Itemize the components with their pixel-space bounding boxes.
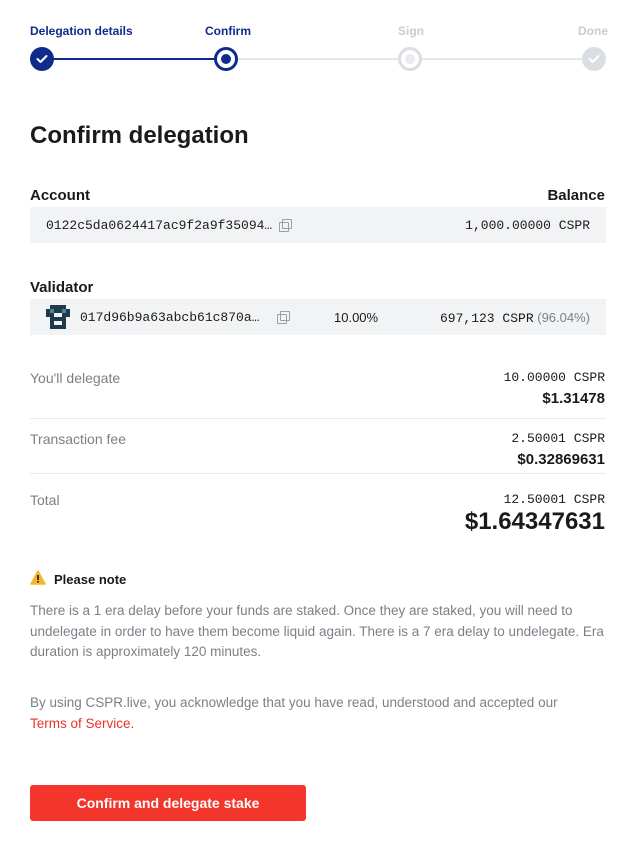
validator-row[interactable]: 017d96b9a63abcb61c870a… 10.00% 697,123 C… (30, 299, 606, 335)
note-title: Please note (54, 572, 127, 587)
step-node-complete (30, 47, 54, 71)
progress-stepper: Delegation details Confirm Sign Done (0, 0, 640, 90)
divider (30, 418, 606, 419)
step-label-sign: Sign (398, 24, 424, 38)
copy-icon[interactable] (277, 311, 290, 324)
check-icon (588, 55, 600, 63)
check-icon (36, 55, 48, 63)
delegate-fiat: $1.31478 (542, 390, 605, 407)
step-label-done: Done (578, 24, 608, 38)
page-title: Confirm delegation (30, 122, 249, 149)
validator-fee: 10.00% (334, 310, 379, 325)
step-node-pending (398, 47, 422, 71)
validator-avatar-icon (46, 305, 70, 329)
step-node-current (214, 47, 238, 71)
delegate-amount: 10.00000 CSPR (503, 370, 605, 385)
validator-label: Validator (30, 279, 94, 296)
validator-stake: 697,123 CSPR (440, 311, 534, 326)
step-node-done (582, 47, 606, 71)
step-connector-complete (42, 58, 226, 60)
note-body: There is a 1 era delay before your funds… (30, 603, 604, 659)
terms-of-service-link[interactable]: Terms of Service. (30, 716, 134, 731)
copy-icon[interactable] (279, 219, 292, 232)
account-label: Account (30, 187, 90, 204)
warning-icon (30, 570, 46, 585)
balance-label: Balance (547, 187, 605, 204)
terms-statement: By using CSPR.live, you acknowledge that… (30, 695, 558, 710)
step-label-confirm: Confirm (205, 24, 251, 38)
validator-public-key[interactable]: 017d96b9a63abcb61c870a… (80, 310, 259, 325)
fee-amount: 2.50001 CSPR (511, 431, 605, 446)
delegate-label: You'll delegate (30, 370, 121, 386)
account-public-key[interactable]: 0122c5da0624417ac9f2a9f35094… (46, 218, 272, 233)
fee-fiat: $0.32869631 (517, 451, 605, 468)
validator-stake-share: (96.04%) (537, 310, 590, 325)
terms-text: By using CSPR.live, you acknowledge that… (30, 693, 610, 734)
divider (30, 473, 606, 474)
total-amount: 12.50001 CSPR (503, 492, 605, 507)
account-row: 0122c5da0624417ac9f2a9f35094… 1,000.0000… (30, 207, 606, 243)
account-balance: 1,000.00000 CSPR (465, 218, 590, 233)
step-label-delegation-details: Delegation details (30, 24, 133, 38)
total-fiat: $1.64347631 (464, 508, 605, 535)
total-label: Total (30, 492, 60, 508)
fee-label: Transaction fee (30, 431, 126, 447)
confirm-delegate-button[interactable]: Confirm and delegate stake (30, 785, 306, 821)
